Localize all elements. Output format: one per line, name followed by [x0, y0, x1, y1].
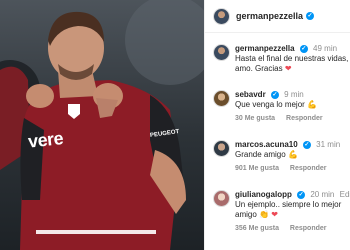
avatar[interactable]	[213, 140, 230, 157]
avatar[interactable]	[213, 44, 230, 61]
avatar[interactable]	[213, 190, 230, 207]
comment-username[interactable]: giulianogalopp	[235, 190, 292, 199]
avatar[interactable]	[213, 90, 230, 107]
flexed-arm-icon: 💪	[287, 150, 298, 159]
player-illustration	[0, 0, 204, 250]
reply-button[interactable]: Responder	[290, 225, 327, 232]
like-count[interactable]: 356 Me gusta	[235, 225, 279, 232]
post-header: germanpezzella ✓	[205, 0, 350, 33]
comments-panel: germanpezzella ✓ germanpezzella ✓ 49 min…	[204, 0, 350, 250]
avatar[interactable]	[213, 7, 230, 25]
comment-username[interactable]: sebavdr	[235, 90, 266, 99]
list-item: sebavdr ✓ 9 min Que venga lo mejor 💪 30 …	[213, 90, 350, 122]
list-item: marcos.acuna10 ✓ 31 min Grande amigo 💪 9…	[213, 140, 350, 172]
verified-badge-icon: ✓	[306, 12, 315, 20]
comment-text: Que venga lo mejor	[235, 100, 305, 109]
comment-username[interactable]: germanpezzella	[235, 44, 295, 53]
reply-button[interactable]: Responder	[286, 115, 323, 122]
flexed-arm-icon: 💪	[307, 100, 318, 109]
verified-badge-icon: ✓	[270, 90, 279, 99]
comment-text: Un ejemplo.. siempre lo mejor amigo	[235, 200, 342, 219]
comment-time: 20 min	[310, 190, 335, 199]
like-count[interactable]: 901 Me gusta	[235, 165, 279, 172]
reply-button[interactable]: Responder	[290, 165, 327, 172]
list-item: giulianogalopp ✓ 20 min Editado Un ejemp…	[213, 190, 350, 232]
list-item: germanpezzella ✓ 49 min Hasta el final d…	[213, 44, 350, 74]
verified-badge-icon: ✓	[297, 190, 306, 199]
verified-badge-icon: ✓	[299, 44, 308, 53]
comment-text: Grande amigo	[235, 150, 286, 159]
like-count[interactable]: 30 Me gusta	[235, 115, 275, 122]
comment-time: 9 min	[284, 90, 304, 99]
comment-username[interactable]: marcos.acuna10	[235, 140, 298, 149]
author-username[interactable]: germanpezzella	[236, 11, 303, 21]
comment-time: 49 min	[313, 44, 338, 53]
verified-badge-icon: ✓	[302, 140, 311, 149]
clap-heart-icons: 👏 ❤	[259, 210, 278, 219]
post-photo[interactable]: vere PEUGEOT	[0, 0, 204, 250]
comment-time: 31 min	[316, 140, 341, 149]
edited-label: Editado	[339, 190, 350, 199]
heart-icon: ❤	[284, 64, 292, 73]
